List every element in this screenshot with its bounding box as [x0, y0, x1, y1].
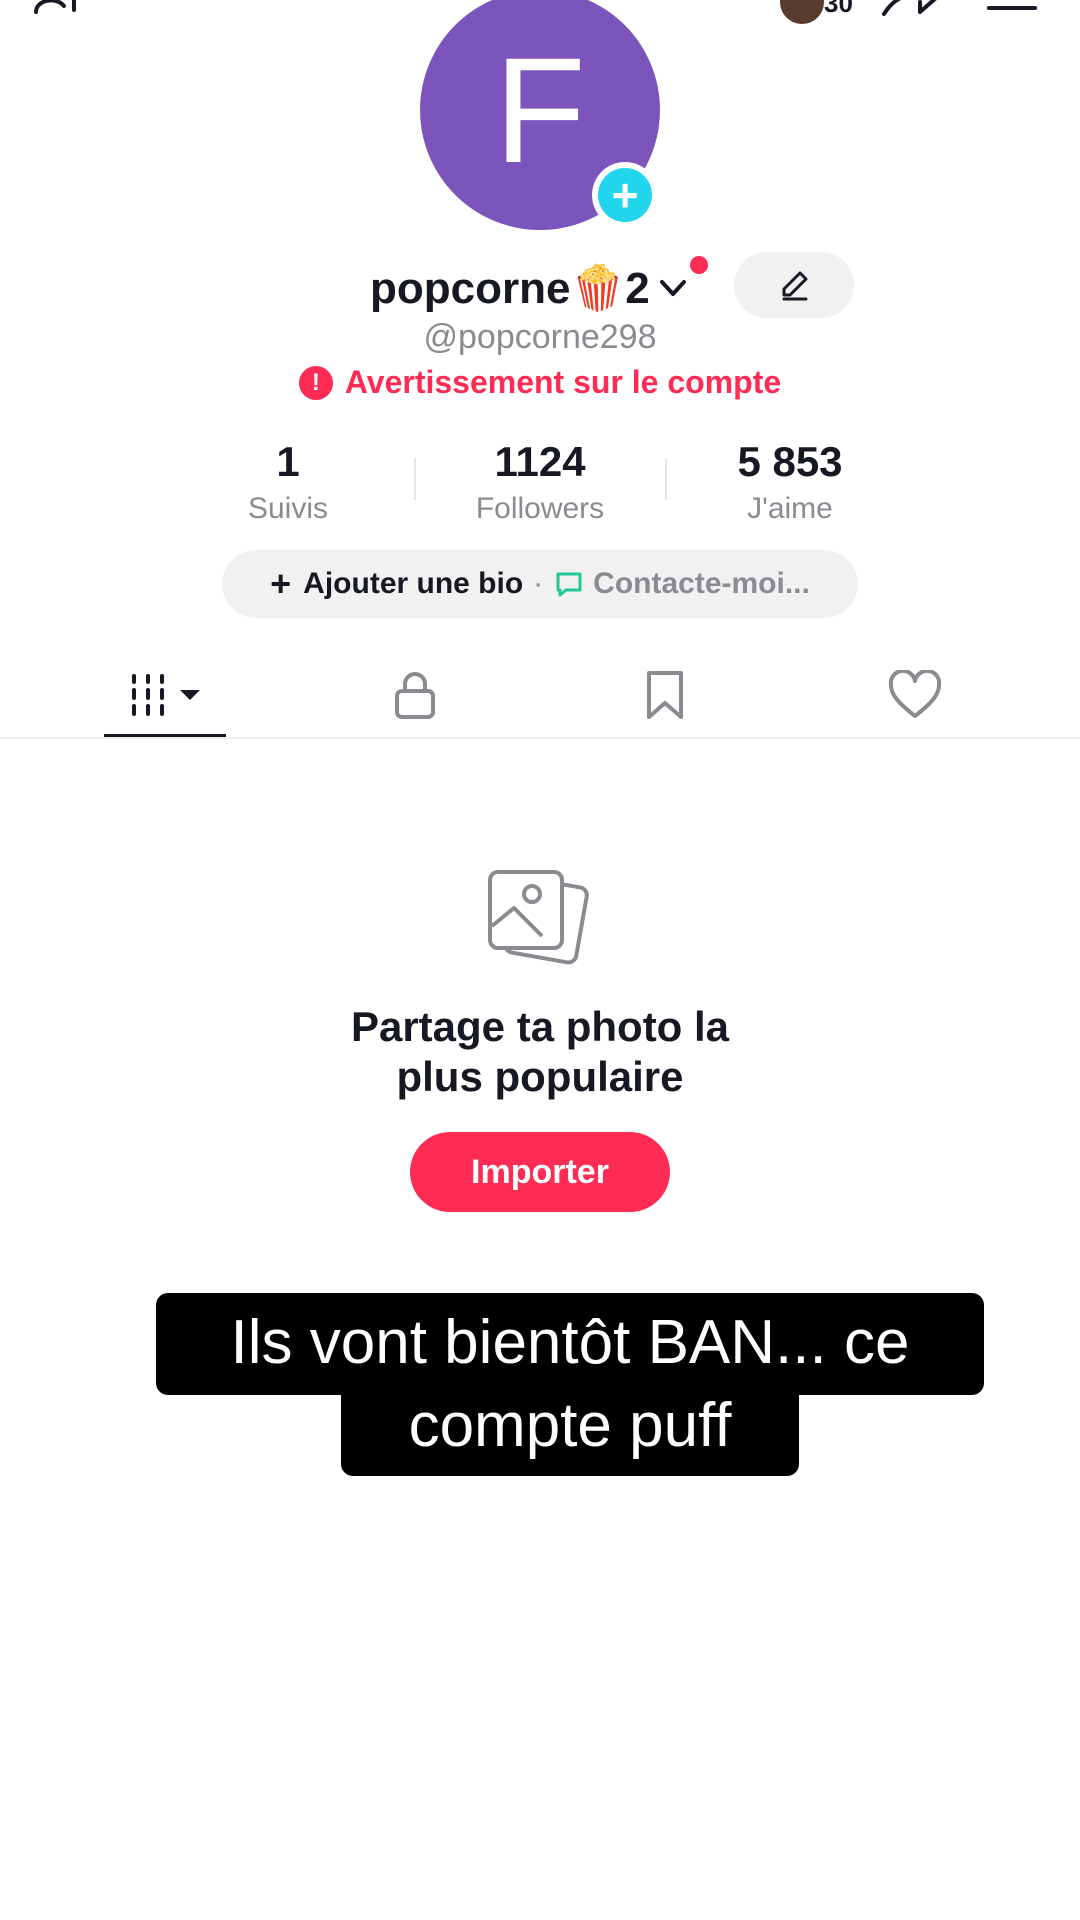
edit-profile-button[interactable]: [734, 252, 854, 318]
story-count: 30: [824, 0, 853, 18]
tab-videos[interactable]: [104, 655, 228, 735]
empty-state-title: Partage ta photo la plus populaire: [350, 1003, 730, 1100]
stat-following[interactable]: 1 Suivis: [163, 438, 413, 526]
menu-icon[interactable]: [985, 0, 1039, 16]
stat-value: 1: [276, 438, 300, 485]
tab-private[interactable]: [375, 655, 455, 735]
chat-icon: [556, 572, 582, 597]
notification-dot: [690, 256, 708, 274]
heart-icon: [888, 670, 942, 718]
warning-text: Avertissement sur le compte: [344, 364, 782, 400]
add-avatar-button[interactable]: +: [592, 162, 658, 228]
stat-label: Suivis: [247, 492, 329, 525]
caption-line-2: compte puff: [341, 1376, 799, 1476]
tab-divider: [0, 737, 1080, 739]
story-badge[interactable]: 30: [780, 0, 870, 24]
lock-icon: [395, 672, 435, 719]
photo-icon: [488, 870, 589, 965]
bookmark-icon: [647, 671, 683, 719]
import-button[interactable]: Importer: [410, 1132, 670, 1212]
plus-icon: +: [270, 563, 292, 604]
account-warning[interactable]: ! Avertissement sur le compte: [0, 364, 1080, 401]
stat-value: 5 853: [737, 438, 843, 485]
avatar-letter: F: [494, 25, 586, 194]
stat-value: 1124: [494, 438, 586, 485]
chevron-down-icon[interactable]: [656, 271, 690, 305]
pencil-icon: [782, 271, 808, 301]
username: @popcorne298: [423, 318, 657, 356]
add-friend-icon[interactable]: [30, 0, 100, 18]
share-icon[interactable]: [880, 0, 940, 20]
bio-pill[interactable]: + Ajouter une bio · Contacte-moi...: [222, 550, 858, 618]
story-avatar: [780, 0, 824, 24]
bio-separator: ·: [533, 567, 544, 600]
tab-saved[interactable]: [625, 655, 705, 735]
stat-likes[interactable]: 5 853 J'aime: [665, 438, 915, 526]
display-name: popcorne🍿2: [370, 264, 650, 313]
contact-button[interactable]: Contacte-moi...: [593, 567, 810, 601]
stat-label: Followers: [475, 492, 605, 525]
grid-icon: [132, 674, 200, 716]
plus-icon: +: [598, 168, 652, 222]
add-bio-button[interactable]: Ajouter une bio: [303, 567, 523, 601]
name-row[interactable]: popcorne🍿2: [370, 258, 690, 318]
warning-icon: !: [298, 365, 333, 400]
stat-followers[interactable]: 1124 Followers: [415, 438, 665, 526]
stat-label: J'aime: [747, 492, 833, 525]
tab-liked[interactable]: [875, 655, 955, 735]
